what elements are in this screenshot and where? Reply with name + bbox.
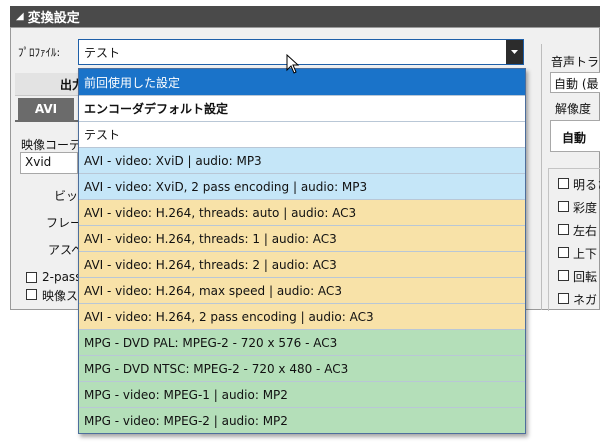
- dropdown-item[interactable]: AVI - video: H.264, 2 pass encoding | au…: [79, 303, 525, 329]
- video-codec-value: Xvid: [25, 155, 52, 169]
- chevron-down-icon: [511, 50, 518, 54]
- option-label-negative: ネガ: [573, 293, 598, 307]
- dropdown-item[interactable]: AVI - video: H.264, max speed | audio: A…: [79, 277, 525, 303]
- option-label-rotate: 回転: [573, 270, 598, 284]
- option-label-flip-horizontal: 左右: [573, 224, 598, 238]
- dropdown-item[interactable]: MPG - DVD PAL: MPEG-2 - 720 x 576 - AC3: [79, 329, 525, 355]
- video-scale-label: 映像ス: [42, 289, 79, 303]
- video-codec-label: 映像コーデ: [21, 138, 82, 152]
- option-label-saturation: 彩度: [573, 201, 598, 215]
- resolution-label: 解像度: [555, 102, 592, 116]
- two-pass-label: 2-pass: [42, 270, 82, 284]
- option-checkbox-negative[interactable]: [558, 293, 569, 304]
- dropdown-item[interactable]: AVI - video: H.264, threads: 1 | audio: …: [79, 225, 525, 251]
- dropdown-item[interactable]: MPG - video: MPEG-2 | audio: MP2: [79, 407, 525, 433]
- option-checkbox-flip-horizontal[interactable]: [558, 224, 569, 235]
- dropdown-item[interactable]: MPG - DVD NTSC: MPEG-2 - 720 x 480 - AC3: [79, 355, 525, 381]
- dropdown-item[interactable]: AVI - video: XviD | audio: MP3: [79, 147, 525, 173]
- option-label-flip-vertical: 上下: [573, 247, 598, 261]
- option-checkbox-rotate[interactable]: [558, 270, 569, 281]
- video-scale-checkbox[interactable]: [26, 289, 37, 300]
- dropdown-item[interactable]: テスト: [79, 121, 525, 147]
- profile-combobox-value: テスト: [84, 46, 121, 60]
- right-section-divider: [541, 44, 542, 310]
- audio-track-label: 音声トラッ: [551, 55, 600, 69]
- option-label-brightness: 明るさ: [573, 178, 600, 192]
- collapse-triangle-icon[interactable]: ◢: [16, 11, 24, 22]
- window-title-bar[interactable]: ◢ 変換設定: [10, 6, 600, 27]
- frame-rate-label: フレー: [46, 216, 83, 230]
- profile-dropdown-button[interactable]: [506, 40, 523, 64]
- profile-label: ﾌﾟﾛﾌｧｲﾙ:: [18, 46, 61, 59]
- dropdown-item[interactable]: 前回使用した設定: [79, 69, 525, 95]
- two-pass-checkbox[interactable]: [26, 272, 37, 283]
- option-checkbox-brightness[interactable]: [558, 178, 569, 189]
- profile-combobox[interactable]: [78, 39, 524, 65]
- dropdown-item[interactable]: AVI - video: H.264, threads: 2 | audio: …: [79, 251, 525, 277]
- window-title: 変換設定: [27, 11, 80, 26]
- dropdown-item[interactable]: AVI - video: XviD, 2 pass encoding | aud…: [79, 173, 525, 199]
- option-checkbox-saturation[interactable]: [558, 201, 569, 212]
- dropdown-item[interactable]: エンコーダデフォルト設定: [79, 95, 525, 121]
- mouse-pointer-icon: [286, 54, 300, 74]
- tab-avi-label: AVI: [34, 102, 58, 116]
- dropdown-item[interactable]: MPG - video: MPEG-1 | audio: MP2: [79, 381, 525, 407]
- tab-avi[interactable]: AVI: [18, 98, 74, 120]
- dropdown-item[interactable]: AVI - video: H.264, threads: auto | audi…: [79, 199, 525, 225]
- option-checkbox-flip-vertical[interactable]: [558, 247, 569, 258]
- resolution-value: 自動: [562, 131, 587, 145]
- audio-track-value: 自動 (最: [554, 77, 599, 91]
